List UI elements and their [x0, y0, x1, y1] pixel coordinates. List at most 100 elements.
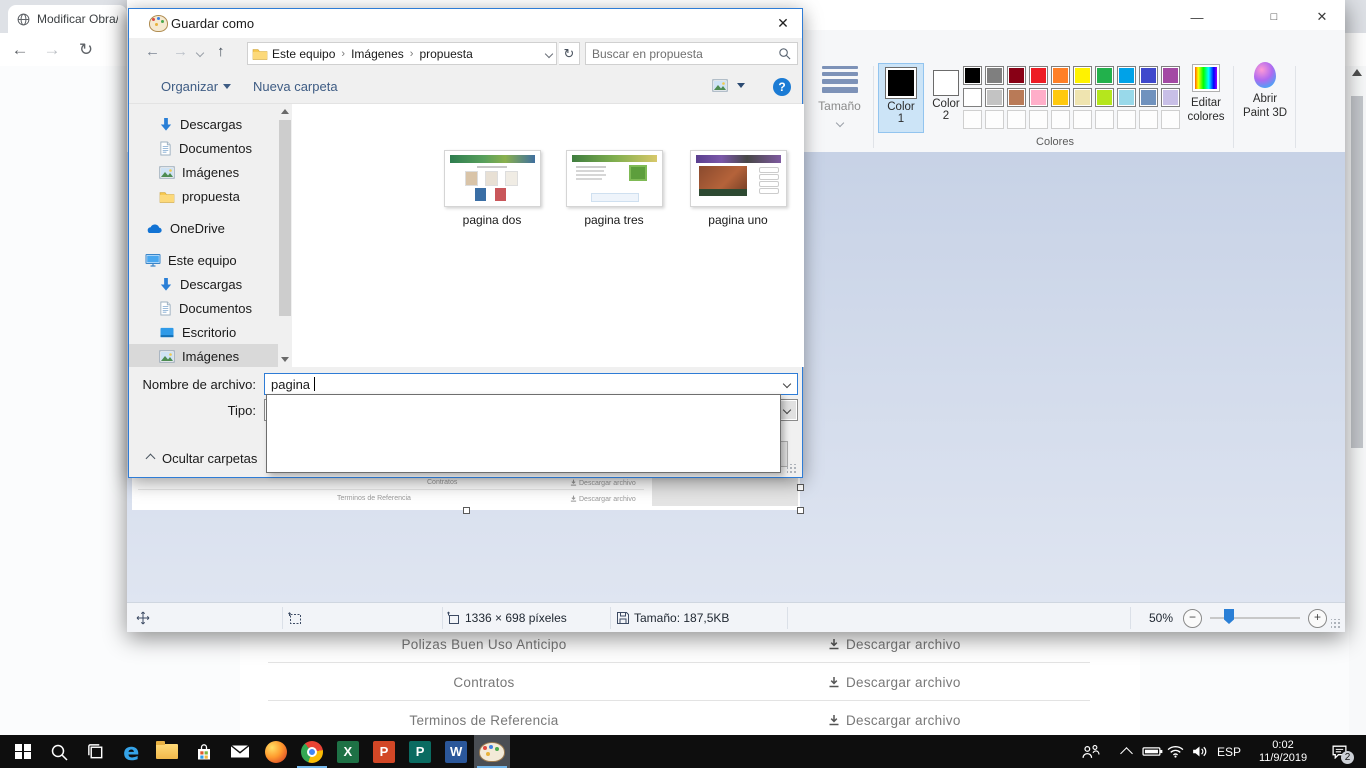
palette-swatch[interactable] [1007, 66, 1026, 85]
palette-swatch[interactable] [985, 66, 1004, 85]
zoom-slider-thumb[interactable] [1224, 609, 1234, 624]
palette-swatch[interactable] [1073, 88, 1092, 107]
sidebar-item-onedrive[interactable]: OneDrive [129, 216, 278, 240]
file-item-pagina-dos[interactable]: pagina dos [438, 150, 546, 227]
back-button[interactable]: ← [145, 43, 160, 60]
palette-swatch[interactable] [1029, 88, 1048, 107]
breadcrumb-segment-im-genes[interactable]: Imágenes [351, 47, 404, 61]
scroll-up-icon[interactable] [281, 109, 289, 114]
taskbar-excel-icon[interactable]: X [330, 735, 366, 768]
palette-empty-cell[interactable] [1095, 110, 1114, 129]
battery-icon[interactable] [1140, 735, 1164, 768]
palette-swatch[interactable] [1095, 88, 1114, 107]
palette-empty-cell[interactable] [1051, 110, 1070, 129]
sidebar-item-documentos[interactable]: Documentos [129, 296, 278, 320]
taskbar-chrome-icon[interactable] [294, 735, 330, 768]
taskbar-word-icon[interactable]: W [438, 735, 474, 768]
palette-swatch[interactable] [1073, 66, 1092, 85]
resize-handle-corner[interactable] [797, 507, 804, 514]
taskbar-store-icon[interactable] [186, 735, 222, 768]
dialog-help-button[interactable]: ? [773, 78, 791, 96]
minimize-button[interactable]: — [1182, 6, 1212, 28]
palette-swatch[interactable] [1139, 88, 1158, 107]
zoom-slider-track[interactable] [1210, 617, 1300, 619]
recent-locations-icon[interactable] [196, 49, 204, 57]
palette-empty-cell[interactable] [963, 110, 982, 129]
palette-swatch[interactable] [1051, 88, 1070, 107]
breadcrumb-segment-este-equipo[interactable]: Este equipo [272, 47, 335, 61]
scrollbar-thumb[interactable] [1351, 96, 1363, 448]
zoom-in-button[interactable]: + [1308, 609, 1327, 628]
size-button[interactable]: Tamaño [806, 64, 873, 131]
breadcrumb-dropdown-icon[interactable] [545, 49, 553, 57]
color1-button[interactable]: Color 1 [879, 64, 923, 132]
browser-forward-button[interactable]: → [40, 38, 64, 62]
palette-swatch[interactable] [1095, 66, 1114, 85]
navigation-scrollbar[interactable] [278, 104, 292, 367]
resize-handle-right[interactable] [797, 484, 804, 491]
browser-back-button[interactable]: ← [8, 38, 32, 62]
organize-button[interactable]: Organizar [161, 79, 231, 94]
palette-empty-cell[interactable] [985, 110, 1004, 129]
file-item-pagina-uno[interactable]: pagina uno [684, 150, 792, 227]
palette-swatch[interactable] [985, 88, 1004, 107]
breadcrumb-segment-propuesta[interactable]: propuesta [419, 47, 472, 61]
resize-handle-bottom[interactable] [463, 507, 470, 514]
window-resize-grip[interactable] [1331, 619, 1341, 629]
sidebar-item-descargas[interactable]: Descargas [129, 272, 278, 296]
open-paint3d-button[interactable]: Abrir Paint 3D [1239, 62, 1291, 120]
palette-swatch[interactable] [1117, 66, 1136, 85]
dialog-resize-grip[interactable] [787, 464, 797, 474]
taskbar-mail-icon[interactable] [222, 735, 258, 768]
palette-empty-cell[interactable] [1117, 110, 1136, 129]
file-item-pagina-tres[interactable]: pagina tres [560, 150, 668, 227]
action-center-icon[interactable]: 2 [1326, 735, 1352, 768]
clock[interactable]: 0:02 11/9/2019 [1248, 735, 1318, 768]
palette-swatch[interactable] [963, 66, 982, 85]
color2-button[interactable]: Color 2 [928, 64, 964, 132]
palette-swatch[interactable] [1117, 88, 1136, 107]
breadcrumb[interactable]: Este equipo›Imágenes›propuesta [247, 42, 557, 65]
zoom-out-button[interactable]: − [1183, 609, 1202, 628]
taskbar-edge-icon[interactable]: e [113, 735, 149, 768]
dialog-close-button[interactable]: ✕ [772, 13, 794, 33]
palette-empty-cell[interactable] [1073, 110, 1092, 129]
filename-input[interactable]: pagina [264, 373, 798, 395]
sidebar-item-descargas[interactable]: Descargas [129, 112, 278, 136]
palette-swatch[interactable] [1029, 66, 1048, 85]
sidebar-item-im-genes[interactable]: Imágenes [129, 160, 278, 184]
search-icon[interactable] [778, 47, 791, 60]
language-indicator[interactable]: ESP [1213, 735, 1245, 768]
browser-scrollbar[interactable] [1349, 66, 1366, 735]
tray-expand-icon[interactable] [1116, 735, 1136, 768]
browser-tab[interactable]: Modificar Obra/ [8, 5, 127, 33]
scrollbar-thumb[interactable] [279, 120, 291, 316]
up-button[interactable]: ↑ [217, 43, 225, 60]
download-link[interactable]: Descargar archivo [828, 675, 961, 690]
sidebar-item-im-genes[interactable]: Imágenes [129, 344, 278, 367]
wifi-icon[interactable] [1164, 735, 1186, 768]
sidebar-item-este-equipo[interactable]: Este equipo [129, 248, 278, 272]
people-icon[interactable] [1078, 735, 1102, 768]
taskbar-paint-icon[interactable] [474, 735, 510, 768]
palette-swatch[interactable] [1051, 66, 1070, 85]
sidebar-item-escritorio[interactable]: Escritorio [129, 320, 278, 344]
taskbar-taskview-icon[interactable] [77, 735, 113, 768]
close-button[interactable]: ✕ [1307, 6, 1337, 28]
scroll-up-icon[interactable] [1352, 69, 1362, 76]
search-input[interactable]: Buscar en propuesta [585, 42, 798, 65]
sidebar-item-propuesta[interactable]: propuesta [129, 184, 278, 208]
edit-colors-button[interactable]: Editar colores [1183, 64, 1229, 124]
palette-empty-cell[interactable] [1007, 110, 1026, 129]
taskbar-firefox-icon[interactable] [258, 735, 294, 768]
palette-swatch[interactable] [1161, 88, 1180, 107]
filename-autocomplete-popup[interactable] [266, 394, 781, 473]
taskbar-explorer-icon[interactable] [149, 735, 185, 768]
taskbar-start-icon[interactable] [5, 735, 41, 768]
maximize-button[interactable]: □ [1259, 6, 1289, 28]
palette-swatch[interactable] [963, 88, 982, 107]
scroll-down-icon[interactable] [281, 357, 289, 362]
taskbar-powerpoint-icon[interactable]: P [366, 735, 402, 768]
palette-empty-cell[interactable] [1029, 110, 1048, 129]
filename-dropdown-icon[interactable] [778, 375, 796, 393]
